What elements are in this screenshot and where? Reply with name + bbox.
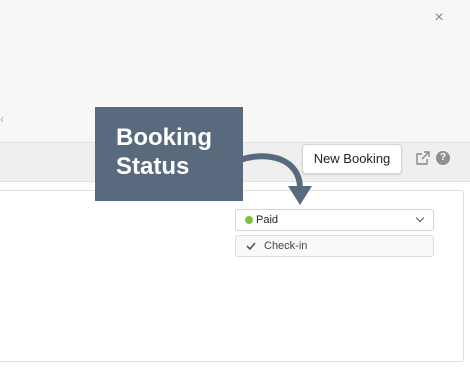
arrow-icon	[237, 153, 312, 205]
help-icon[interactable]: ?	[436, 151, 450, 165]
checkin-label: Check-in	[264, 240, 308, 252]
tooltip-line-2: Status	[116, 153, 190, 180]
left-edge-icon: ‹	[0, 112, 4, 126]
external-link-icon[interactable]	[416, 151, 430, 165]
booking-status-tooltip: Booking Status	[95, 107, 243, 201]
tooltip-line-1: Booking	[116, 124, 212, 151]
check-icon	[246, 242, 256, 251]
chevron-down-icon	[415, 213, 425, 223]
checkin-menu-item[interactable]: Check-in	[235, 235, 434, 257]
close-icon[interactable]: ×	[431, 10, 447, 26]
